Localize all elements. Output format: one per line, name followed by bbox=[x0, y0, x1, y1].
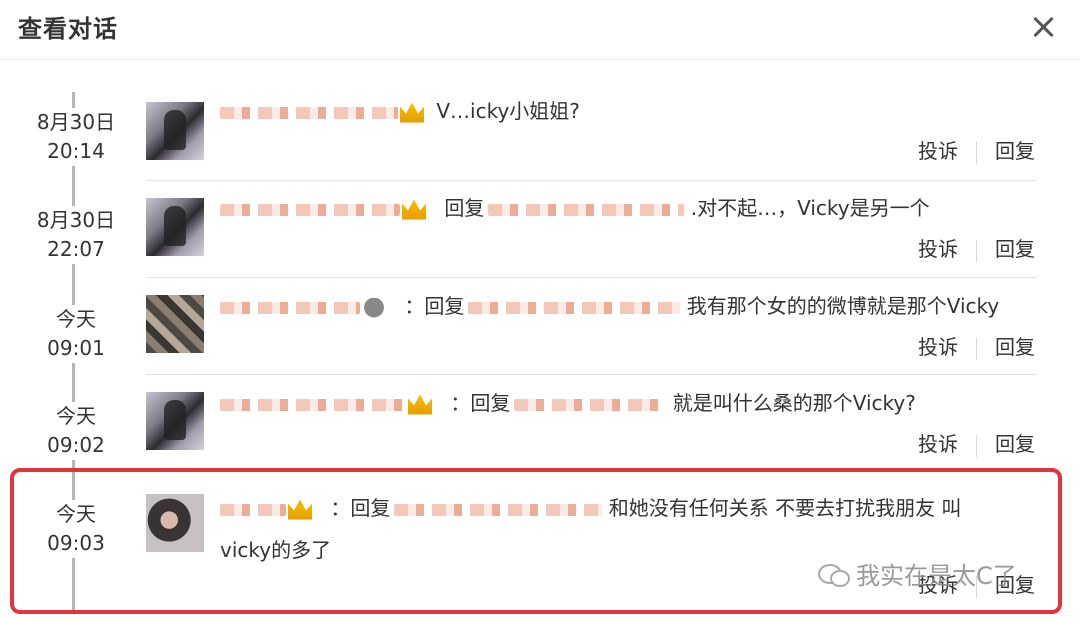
message-text-continued: vicky的多了 bbox=[220, 538, 332, 562]
timestamp-time: 22:07 bbox=[47, 237, 105, 261]
report-button[interactable]: 投诉 bbox=[918, 432, 958, 456]
report-button[interactable]: 投诉 bbox=[918, 237, 958, 261]
message-text: 和她没有任何关系 不要去打扰我朋友 叫 bbox=[608, 496, 962, 520]
reply-prefix: ：回复 bbox=[404, 294, 465, 318]
entry-actions: 投诉 回复 bbox=[918, 138, 1035, 164]
timestamp-time: 09:01 bbox=[47, 336, 105, 360]
timestamp: 今天 09:01 bbox=[30, 305, 122, 363]
avatar[interactable] bbox=[146, 494, 204, 552]
dialog-header: 查看对话 bbox=[0, 0, 1080, 60]
dialog-title: 查看对话 bbox=[18, 15, 118, 43]
reply-prefix: ：回复 bbox=[330, 496, 391, 520]
redacted-username bbox=[220, 301, 360, 314]
reply-prefix: ：回复 bbox=[450, 391, 511, 415]
message-text: 就是叫什么桑的那个Vicky? bbox=[672, 391, 916, 415]
timestamp-date: 今天 bbox=[56, 307, 96, 331]
reply-button[interactable]: 回复 bbox=[995, 139, 1035, 163]
timestamp-date: 今天 bbox=[56, 404, 96, 428]
wechat-icon bbox=[818, 562, 850, 587]
message-text: 我有那个女的的微博就是那个Vicky bbox=[686, 294, 1000, 318]
entry-divider bbox=[146, 277, 1036, 278]
timestamp: 今天 09:03 bbox=[30, 500, 122, 558]
action-separator bbox=[976, 337, 977, 360]
message: ：回复 就是叫什么桑的那个Vicky? bbox=[220, 388, 1040, 418]
close-icon[interactable] bbox=[1028, 12, 1058, 42]
timestamp: 今天 09:02 bbox=[30, 402, 122, 460]
reply-prefix: 回复 bbox=[444, 196, 485, 220]
watermark: 我实在是太C了 bbox=[818, 556, 1017, 591]
redacted-username bbox=[514, 398, 667, 411]
timestamp-time: 09:03 bbox=[47, 531, 105, 555]
action-separator bbox=[976, 141, 977, 164]
redacted-username bbox=[220, 203, 400, 216]
action-separator bbox=[976, 434, 977, 457]
timestamp-time: 09:02 bbox=[47, 433, 105, 457]
timestamp-date: 8月30日 bbox=[36, 208, 116, 232]
timestamp-date: 8月30日 bbox=[36, 110, 116, 134]
report-button[interactable]: 投诉 bbox=[918, 139, 958, 163]
timestamp-date: 今天 bbox=[56, 502, 96, 526]
emoji-icon bbox=[364, 297, 384, 318]
entry-actions: 投诉 回复 bbox=[918, 334, 1035, 360]
redacted-username bbox=[220, 503, 286, 516]
entry-divider bbox=[146, 180, 1036, 181]
message-text: V…icky小姐姐? bbox=[436, 99, 580, 123]
entry-actions: 投诉 回复 bbox=[918, 236, 1035, 262]
timestamp: 8月30日 22:07 bbox=[30, 206, 122, 264]
entry-divider bbox=[146, 374, 1036, 375]
message-text: .对不起…，Vicky是另一个 bbox=[690, 196, 930, 220]
reply-button[interactable]: 回复 bbox=[995, 237, 1035, 261]
report-button[interactable]: 投诉 bbox=[918, 335, 958, 359]
avatar[interactable] bbox=[146, 295, 204, 353]
avatar[interactable] bbox=[146, 392, 204, 450]
reply-button[interactable]: 回复 bbox=[995, 335, 1035, 359]
message: V…icky小姐姐? bbox=[220, 96, 1040, 126]
redacted-username bbox=[220, 398, 406, 411]
watermark-text: 我实在是太C了 bbox=[856, 562, 1017, 590]
avatar[interactable] bbox=[146, 198, 204, 256]
crown-icon bbox=[402, 199, 426, 220]
timestamp: 8月30日 20:14 bbox=[30, 108, 122, 166]
redacted-username bbox=[394, 503, 603, 516]
message: 回复 .对不起…，Vicky是另一个 bbox=[220, 193, 1040, 223]
entry-actions: 投诉 回复 bbox=[918, 431, 1035, 457]
redacted-username bbox=[488, 203, 685, 216]
action-separator bbox=[976, 239, 977, 262]
crown-icon bbox=[408, 394, 432, 415]
reply-button[interactable]: 回复 bbox=[995, 432, 1035, 456]
crown-icon bbox=[288, 499, 312, 520]
redacted-username bbox=[220, 106, 398, 119]
avatar[interactable] bbox=[146, 102, 204, 160]
timestamp-time: 20:14 bbox=[47, 139, 105, 163]
message: ：回复 我有那个女的的微博就是那个Vicky bbox=[220, 291, 1040, 321]
crown-icon bbox=[400, 102, 424, 123]
redacted-username bbox=[468, 301, 681, 314]
